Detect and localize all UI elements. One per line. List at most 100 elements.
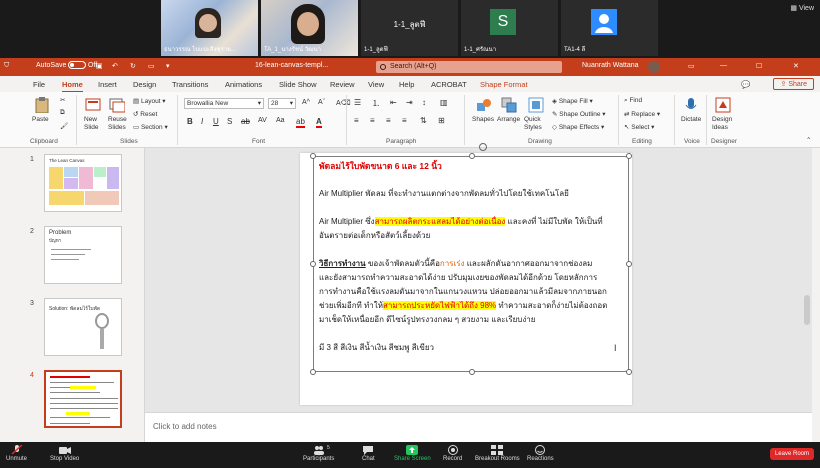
start-from-beginning-icon[interactable]: ▭ bbox=[148, 62, 155, 70]
cut-icon[interactable]: ✂ bbox=[60, 96, 65, 104]
autosave-toggle[interactable]: Off bbox=[68, 61, 97, 69]
find-button[interactable]: ⌕ Find bbox=[624, 97, 642, 105]
user-avatar[interactable] bbox=[648, 61, 660, 73]
tab-design[interactable]: Design bbox=[133, 80, 156, 89]
video-tile[interactable]: 1-1_ลูตฟี 1-1_ลูตฟี bbox=[361, 0, 458, 56]
slide-text-line[interactable]: การทำงานคือใช้แรงลมดันมาจากในแกนวงแหวน ป… bbox=[319, 285, 607, 299]
text-direction-icon[interactable]: ⇅ bbox=[420, 116, 427, 125]
slide-thumbnail[interactable]: Problem ปัญหา bbox=[44, 226, 122, 284]
tab-file[interactable]: File bbox=[33, 80, 45, 89]
shape-outline-button[interactable]: ✎ Shape Outline ▾ bbox=[552, 110, 606, 118]
record-button[interactable]: Record bbox=[443, 445, 462, 462]
notes-pane[interactable]: Click to add notes bbox=[145, 412, 812, 442]
slide-text-line[interactable]: มี 3 สี สีเงิน สีน้ำเงิน สีชมพู สีเขียว bbox=[319, 341, 434, 355]
slide-canvas[interactable]: พัดลมไร้ใบพัดขนาด 6 และ 12 นิ้ว Air Mult… bbox=[300, 143, 632, 405]
tab-view[interactable]: View bbox=[368, 80, 384, 89]
chat-button[interactable]: Chat bbox=[362, 445, 375, 462]
tab-slide-show[interactable]: Slide Show bbox=[279, 80, 317, 89]
scrollbar-thumb[interactable] bbox=[804, 295, 810, 325]
participants-button[interactable]: 5 Participants bbox=[303, 445, 334, 462]
align-center-icon[interactable]: ≡ bbox=[370, 116, 375, 125]
replace-button[interactable]: ⇄ Replace ▾ bbox=[624, 110, 660, 118]
quick-styles-icon[interactable] bbox=[528, 97, 544, 113]
reactions-button[interactable]: Reactions bbox=[527, 445, 554, 462]
spacing-button[interactable]: AV bbox=[258, 117, 267, 124]
share-button[interactable]: ⇪ Share bbox=[773, 78, 814, 90]
comments-icon[interactable]: 💬 bbox=[741, 80, 750, 89]
paste-icon[interactable] bbox=[34, 97, 50, 113]
shadow-button[interactable]: S bbox=[227, 117, 232, 126]
minimize-icon[interactable]: — bbox=[720, 62, 727, 69]
more-commands-icon[interactable]: ▾ bbox=[166, 62, 170, 70]
user-name[interactable]: Nuanrath Wattana bbox=[582, 62, 639, 69]
decrease-font-icon[interactable]: Aˇ bbox=[318, 99, 325, 106]
underline-button[interactable]: U bbox=[213, 117, 219, 126]
smartart-icon[interactable]: ⊞ bbox=[438, 116, 445, 125]
resize-handle[interactable] bbox=[469, 153, 475, 159]
highlight-button[interactable]: ab bbox=[296, 117, 305, 128]
slide-text-line[interactable]: อันตรายต่อเด็กหรือสัตว์เลี้ยงด้วย bbox=[319, 229, 430, 243]
slide-thumbnail[interactable]: Solution: พัดลมไร้ใบพัด bbox=[44, 298, 122, 356]
slide-text-line[interactable]: มาเช็ดให้เหนื่อยอีก ดีไซน์รูปทรงวงกลม ๆ … bbox=[319, 313, 535, 327]
save-icon[interactable]: ▣ bbox=[96, 62, 103, 70]
slide-text-line[interactable]: Air Multiplier ซึ่งสามารถผลิตกระแสลมได้อ… bbox=[319, 215, 603, 229]
strikethrough-button[interactable]: ab bbox=[241, 117, 250, 126]
slide-text-line[interactable]: Air Multiplier พัดลม ที่จะทำงานแตกต่างจา… bbox=[319, 187, 569, 201]
resize-handle[interactable] bbox=[626, 153, 632, 159]
tab-shape-format[interactable]: Shape Format bbox=[480, 80, 528, 89]
font-color-button[interactable]: A bbox=[316, 117, 322, 128]
slide-heading[interactable]: พัดลมไร้ใบพัดขนาด 6 และ 12 นิ้ว bbox=[319, 159, 442, 173]
resize-handle[interactable] bbox=[310, 153, 316, 159]
align-left-icon[interactable]: ≡ bbox=[354, 116, 359, 125]
tab-animations[interactable]: Animations bbox=[225, 80, 262, 89]
undo-icon[interactable]: ↶ bbox=[112, 62, 118, 70]
resize-handle[interactable] bbox=[310, 369, 316, 375]
rotate-handle[interactable] bbox=[479, 143, 487, 151]
layout-button[interactable]: ▤ Layout ▾ bbox=[133, 97, 166, 105]
line-spacing-icon[interactable]: ↕ bbox=[422, 98, 426, 107]
reuse-slides-label[interactable]: Reuse Slides bbox=[108, 116, 130, 132]
stop-video-button[interactable]: Stop Video bbox=[50, 445, 79, 462]
shapes-label[interactable]: Shapes bbox=[472, 116, 494, 123]
tab-acrobat[interactable]: ACROBAT bbox=[431, 80, 467, 89]
change-case-button[interactable]: Aa bbox=[276, 117, 285, 124]
clear-format-icon[interactable]: A⌫ bbox=[336, 99, 351, 107]
slide-thumbnail[interactable]: The Lean Canvas bbox=[44, 154, 122, 212]
search-box[interactable]: Search (Alt+Q) bbox=[376, 61, 562, 73]
design-ideas-label[interactable]: Design Ideas bbox=[712, 116, 736, 132]
share-screen-button[interactable]: Share Screen bbox=[394, 445, 431, 462]
text-box[interactable]: พัดลมไร้ใบพัดขนาด 6 และ 12 นิ้ว Air Mult… bbox=[310, 143, 632, 375]
resize-handle[interactable] bbox=[626, 261, 632, 267]
bullets-icon[interactable]: ☰ bbox=[354, 98, 361, 107]
columns-icon[interactable]: ▥ bbox=[440, 98, 448, 107]
shape-effects-button[interactable]: ◇ Shape Effects ▾ bbox=[552, 123, 604, 131]
shapes-icon[interactable] bbox=[476, 97, 492, 113]
tab-insert[interactable]: Insert bbox=[98, 80, 117, 89]
redo-icon[interactable]: ↻ bbox=[130, 62, 136, 70]
tab-review[interactable]: Review bbox=[330, 80, 355, 89]
arrange-icon[interactable] bbox=[501, 97, 517, 113]
quick-styles-label[interactable]: Quick Styles bbox=[524, 116, 546, 132]
resize-handle[interactable] bbox=[469, 369, 475, 375]
new-slide-label[interactable]: New Slide bbox=[84, 116, 104, 132]
tab-home[interactable]: Home bbox=[62, 80, 83, 93]
maximize-icon[interactable]: ☐ bbox=[756, 62, 762, 70]
bold-button[interactable]: B bbox=[187, 117, 193, 126]
leave-room-button[interactable]: Leave Room bbox=[769, 448, 814, 460]
align-right-icon[interactable]: ≡ bbox=[386, 116, 391, 125]
unmute-button[interactable]: Unmute bbox=[6, 445, 27, 462]
resize-handle[interactable] bbox=[626, 369, 632, 375]
format-painter-icon[interactable]: 🖌 bbox=[60, 122, 68, 130]
italic-button[interactable]: I bbox=[201, 117, 203, 126]
breakout-rooms-button[interactable]: Breakout Rooms bbox=[475, 445, 520, 462]
tab-transitions[interactable]: Transitions bbox=[172, 80, 208, 89]
justify-icon[interactable]: ≡ bbox=[402, 116, 407, 125]
reuse-slides-icon[interactable] bbox=[109, 97, 125, 113]
video-tile[interactable]: S 1-1_ศรัณนา bbox=[461, 0, 558, 56]
arrange-label[interactable]: Arrange bbox=[497, 116, 520, 123]
section-button[interactable]: ▭ Section ▾ bbox=[133, 123, 168, 131]
resize-handle[interactable] bbox=[310, 261, 316, 267]
increase-indent-icon[interactable]: ⇥ bbox=[406, 98, 413, 107]
document-title[interactable]: 16-lean-canvas-templ... bbox=[255, 62, 328, 69]
slide-text-line[interactable]: วิธีการทำงาน ของเจ้าพัดลมตัวนี้คือการเร่… bbox=[319, 257, 592, 271]
